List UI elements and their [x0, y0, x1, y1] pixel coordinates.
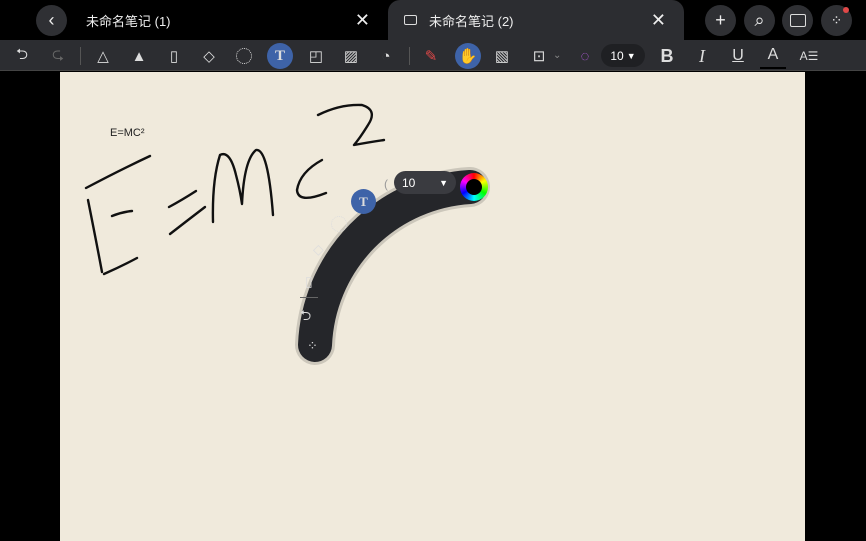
stroke — [86, 198, 104, 274]
caret-down-icon: ▼ — [439, 177, 448, 188]
arc-toolbar-background — [298, 170, 487, 362]
arc-undo-icon[interactable]: ⮌ — [300, 305, 311, 329]
stroke — [295, 158, 328, 199]
arc-drag-handle-icon[interactable]: ⁘ — [307, 338, 318, 354]
arc-divider — [300, 297, 318, 298]
arc-highlighter-icon[interactable]: ▯ — [305, 273, 313, 290]
current-color-swatch — [466, 179, 482, 195]
arc-size-value: 10 — [402, 175, 416, 190]
stroke — [167, 189, 198, 209]
stroke — [211, 148, 275, 224]
handwriting-layer — [84, 103, 490, 365]
stroke — [316, 103, 386, 147]
stroke — [168, 205, 207, 236]
color-picker-button[interactable] — [460, 173, 488, 201]
stroke — [102, 256, 139, 276]
arc-eraser-icon[interactable]: ◇ — [313, 241, 324, 258]
stroke — [110, 209, 134, 218]
arc-text-tool-icon[interactable]: T — [351, 189, 376, 214]
arc-stroke-icon: ( — [384, 177, 388, 191]
arc-lasso-icon[interactable] — [331, 216, 347, 232]
stroke — [84, 154, 152, 190]
arc-size-select[interactable]: 10 ▼ — [394, 171, 456, 194]
